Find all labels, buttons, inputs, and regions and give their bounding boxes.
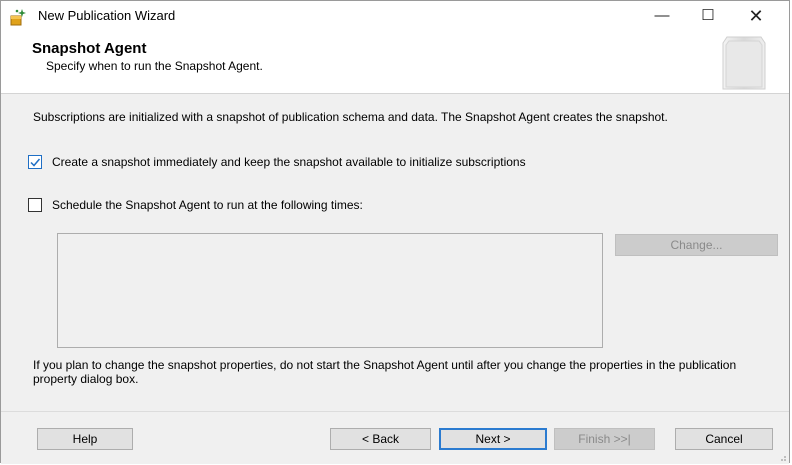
create-snapshot-option[interactable]: Create a snapshot immediately and keep t… <box>28 155 526 169</box>
wizard-footer: Help < Back Next > Finish >>| Cancel <box>1 411 789 464</box>
checkmark-icon <box>30 158 41 167</box>
change-button[interactable]: Change... <box>615 234 778 256</box>
header-graphic <box>722 36 766 90</box>
create-snapshot-label: Create a snapshot immediately and keep t… <box>52 155 526 169</box>
note-text: If you plan to change the snapshot prope… <box>33 358 737 386</box>
create-snapshot-checkbox[interactable] <box>28 155 42 169</box>
cancel-button[interactable]: Cancel <box>675 428 773 450</box>
title-bar: New Publication Wizard — ☐ ✕ <box>1 1 789 31</box>
page-title: Snapshot Agent <box>32 40 147 57</box>
schedule-description-box <box>57 233 603 348</box>
help-button[interactable]: Help <box>37 428 133 450</box>
close-button[interactable]: ✕ <box>733 1 779 31</box>
back-button[interactable]: < Back <box>330 428 431 450</box>
finish-button[interactable]: Finish >>| <box>554 428 655 450</box>
schedule-checkbox[interactable] <box>28 198 42 212</box>
window-title: New Publication Wizard <box>38 8 176 23</box>
resize-grip-icon[interactable] <box>777 452 787 462</box>
app-wizard-icon <box>10 9 26 26</box>
maximize-button[interactable]: ☐ <box>685 1 731 31</box>
minimize-button[interactable]: — <box>639 1 685 31</box>
wizard-content: Subscriptions are initialized with a sna… <box>1 94 789 411</box>
page-subtitle: Specify when to run the Snapshot Agent. <box>46 59 263 73</box>
intro-text: Subscriptions are initialized with a sna… <box>33 110 668 124</box>
schedule-option[interactable]: Schedule the Snapshot Agent to run at th… <box>28 198 363 212</box>
next-button[interactable]: Next > <box>439 428 547 450</box>
schedule-label: Schedule the Snapshot Agent to run at th… <box>52 198 363 212</box>
wizard-window: New Publication Wizard — ☐ ✕ Snapshot Ag… <box>0 0 790 464</box>
wizard-header: Snapshot Agent Specify when to run the S… <box>1 31 789 94</box>
